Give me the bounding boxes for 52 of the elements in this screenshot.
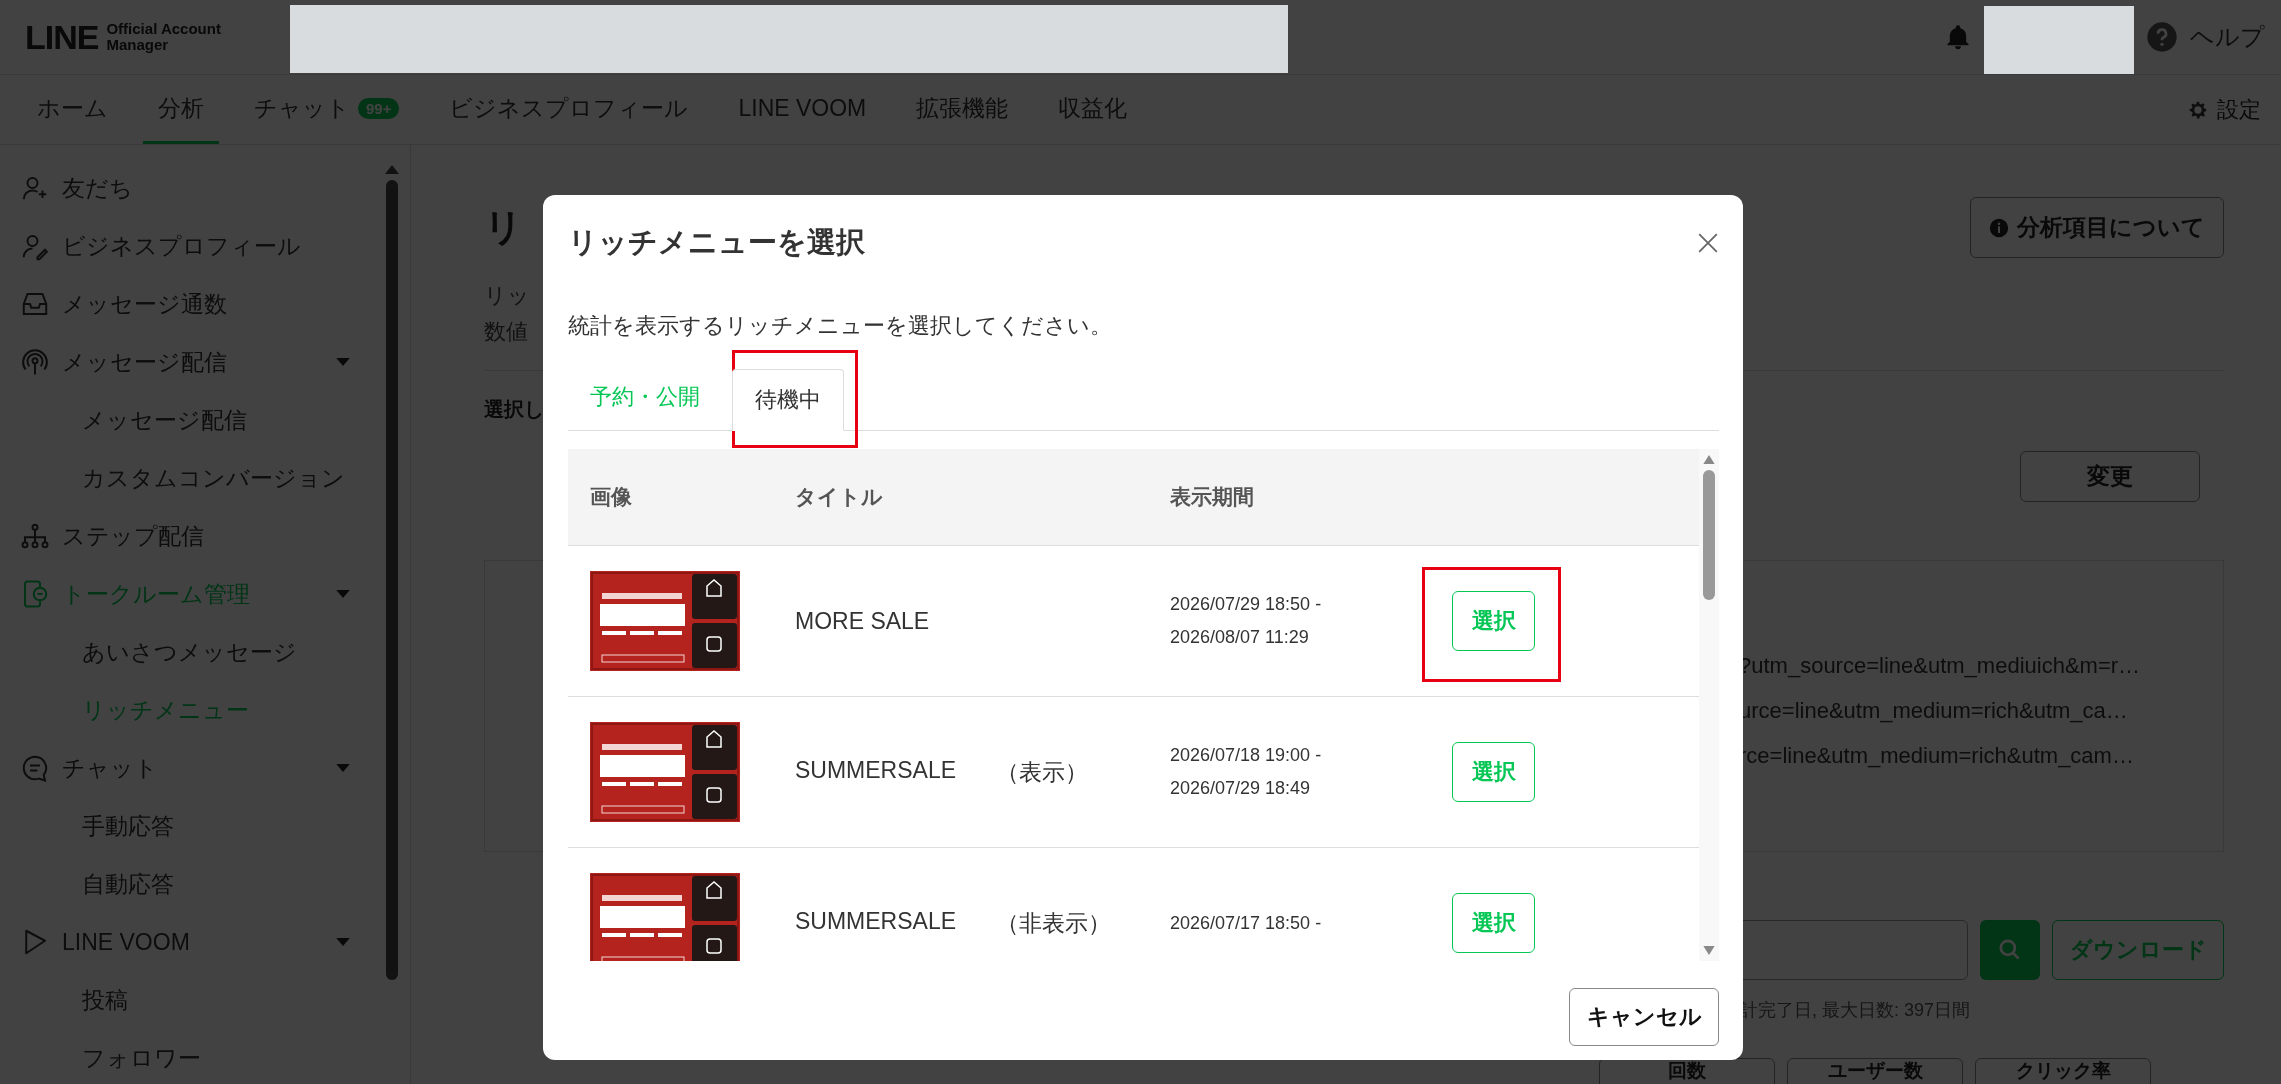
- period-text: 2026/07/18 19:00 -: [1170, 744, 1323, 767]
- scrollbar[interactable]: [386, 165, 398, 980]
- help-icon[interactable]: [2146, 21, 2178, 53]
- tab[interactable]: 待機中: [732, 369, 844, 431]
- scrollbar[interactable]: [1699, 449, 1719, 961]
- table-cell: MORE SALE: [795, 607, 930, 635]
- change-button[interactable]: 変更: [2020, 451, 2200, 502]
- page-title: リ: [484, 205, 523, 250]
- status-text: （非表示）: [996, 908, 1112, 938]
- logo-subtitle: Official Account: [106, 21, 221, 37]
- scroll-thumb[interactable]: [1703, 470, 1715, 600]
- metric-tab[interactable]: ユーザー数: [1787, 1058, 1963, 1084]
- caret-icon[interactable]: [336, 937, 350, 947]
- column-header: タイトル: [795, 484, 884, 510]
- status-text: （表示）: [996, 757, 1089, 787]
- dialog-description: 統計を表示するリッチメニューを選択してください。: [568, 312, 1113, 340]
- column-header: 画像: [589, 484, 633, 510]
- chat-bubble-icon: [20, 753, 50, 783]
- period-text: 2026/07/17 18:50 -: [1170, 911, 1323, 935]
- period-text: 2026/08/07 11:29: [1170, 626, 1310, 649]
- section-label: 選択し: [484, 397, 544, 422]
- dialog-title: リッチメニューを選択: [568, 225, 865, 260]
- tab[interactable]: 予約・公開: [568, 363, 722, 430]
- period-text: 2026/07/29 18:50 -: [1170, 593, 1323, 616]
- count-badge: 99+: [358, 97, 400, 119]
- select-button[interactable]: 選択: [1452, 893, 1535, 953]
- info-icon: [1989, 217, 2009, 238]
- sidebar-item[interactable]: トークルーム管理: [0, 565, 350, 623]
- table-cell-text: SUMMERSALE: [795, 756, 957, 785]
- logo-subtitle: Manager: [106, 37, 170, 53]
- close-icon[interactable]: [1697, 232, 1719, 254]
- select-button[interactable]: 選択: [1452, 591, 1535, 651]
- caret-icon[interactable]: [336, 589, 350, 599]
- scroll-down-icon[interactable]: [1703, 946, 1715, 955]
- broadcast-icon: [20, 347, 50, 377]
- caret-icon[interactable]: [336, 357, 350, 367]
- select-button[interactable]: 選択: [1452, 742, 1535, 802]
- period-text: 2026/07/29 18:49: [1170, 777, 1312, 800]
- metric-tab[interactable]: クリック率: [1975, 1058, 2151, 1084]
- scroll-up-icon[interactable]: [1703, 455, 1715, 464]
- download-button[interactable]: ダウンロード: [2052, 920, 2224, 980]
- hierarchy-icon: [20, 521, 50, 551]
- cancel-button[interactable]: キャンセル: [1569, 988, 1719, 1046]
- table-cell-text: SUMMERSALE: [795, 907, 957, 936]
- logo-text: LINE: [25, 17, 99, 57]
- search-button[interactable]: [1980, 920, 2040, 980]
- caret-icon[interactable]: [336, 763, 350, 773]
- metric-tab[interactable]: 回数: [1599, 1058, 1775, 1084]
- settings-link[interactable]: 設定: [2217, 94, 2261, 125]
- sidebar-subitem[interactable]: リッチメニュー: [0, 681, 350, 739]
- column-header: 表示期間: [1170, 484, 1255, 510]
- about-button[interactable]: 分析項目について: [1970, 197, 2224, 258]
